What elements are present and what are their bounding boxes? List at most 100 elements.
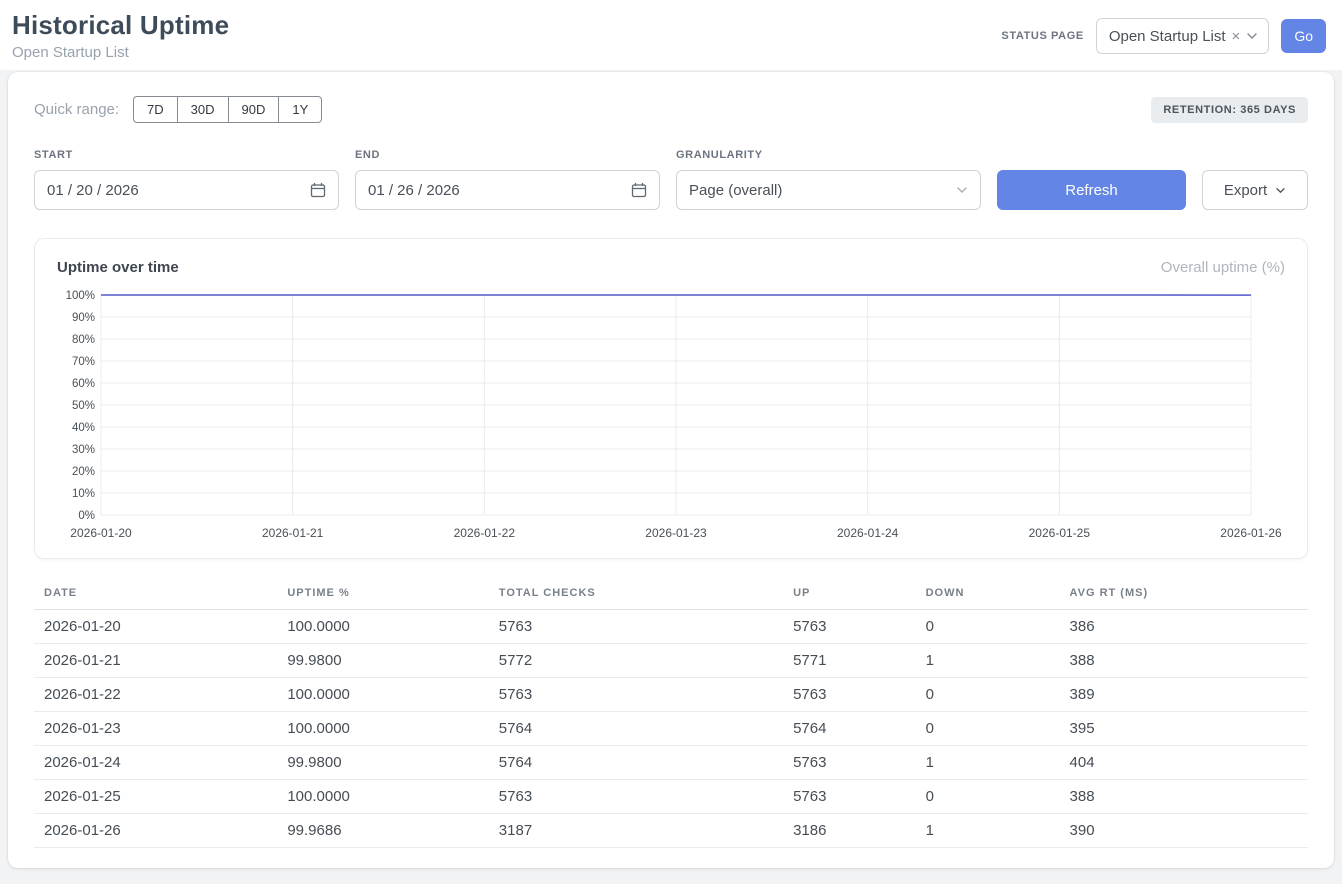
y-tick-label: 70% xyxy=(72,356,95,368)
table-cell: 5763 xyxy=(783,610,915,644)
y-tick-label: 60% xyxy=(72,378,95,390)
quick-range-7d-button[interactable]: 7D xyxy=(133,96,178,123)
column-header: AVG RT (MS) xyxy=(1060,581,1308,610)
page-subtitle: Open Startup List xyxy=(12,44,229,61)
table-cell: 389 xyxy=(1060,678,1308,712)
clear-selection-icon[interactable]: × xyxy=(1232,29,1241,44)
status-page-select[interactable]: Open Startup List × xyxy=(1096,18,1270,54)
table-row: 2026-01-23100.0000576457640395 xyxy=(34,712,1308,746)
chevron-down-icon xyxy=(1246,32,1258,40)
table-cell: 0 xyxy=(916,610,1060,644)
calendar-icon[interactable] xyxy=(631,182,647,198)
table-row: 2026-01-20100.0000576357630386 xyxy=(34,610,1308,644)
y-tick-label: 100% xyxy=(66,290,95,302)
export-button-label: Export xyxy=(1224,182,1267,199)
table-cell: 0 xyxy=(916,780,1060,814)
status-page-selected-value: Open Startup List xyxy=(1109,28,1226,45)
y-tick-label: 10% xyxy=(72,488,95,500)
table-cell: 2026-01-23 xyxy=(34,712,277,746)
table-cell: 5764 xyxy=(783,712,915,746)
table-cell: 2026-01-22 xyxy=(34,678,277,712)
status-page-label: STATUS PAGE xyxy=(1001,30,1083,42)
y-tick-label: 50% xyxy=(72,400,95,412)
granularity-select[interactable]: Page (overall) xyxy=(676,170,981,210)
quick-range-30d-button[interactable]: 30D xyxy=(177,96,229,123)
main-card: Quick range: 7D30D90D1Y RETENTION: 365 D… xyxy=(8,72,1334,868)
table-cell: 2026-01-21 xyxy=(34,644,277,678)
table-cell: 1 xyxy=(916,814,1060,848)
table-cell: 3187 xyxy=(489,814,783,848)
chart-legend: Overall uptime (%) xyxy=(1161,259,1285,276)
table-cell: 388 xyxy=(1060,780,1308,814)
y-tick-label: 40% xyxy=(72,422,95,434)
refresh-button[interactable]: Refresh xyxy=(997,170,1186,210)
table-cell: 5763 xyxy=(783,780,915,814)
y-tick-label: 30% xyxy=(72,444,95,456)
start-date-value: 01 / 20 / 2026 xyxy=(47,182,139,199)
end-date-field: END 01 / 26 / 2026 xyxy=(355,149,660,210)
table-cell: 2026-01-26 xyxy=(34,814,277,848)
y-tick-label: 80% xyxy=(72,334,95,346)
y-tick-label: 0% xyxy=(78,510,95,522)
chart-title: Uptime over time xyxy=(57,259,179,276)
column-header: UPTIME % xyxy=(277,581,488,610)
x-tick-label: 2026-01-22 xyxy=(454,526,516,540)
quick-range-90d-button[interactable]: 90D xyxy=(228,96,280,123)
table-cell: 404 xyxy=(1060,746,1308,780)
retention-badge: RETENTION: 365 DAYS xyxy=(1151,97,1308,123)
end-date-value: 01 / 26 / 2026 xyxy=(368,182,460,199)
table-row: 2026-01-22100.0000576357630389 xyxy=(34,678,1308,712)
uptime-table: DATEUPTIME %TOTAL CHECKSUPDOWNAVG RT (MS… xyxy=(34,581,1308,848)
granularity-field: GRANULARITY Page (overall) xyxy=(676,149,981,210)
table-cell: 5764 xyxy=(489,746,783,780)
export-button[interactable]: Export xyxy=(1202,170,1308,210)
table-cell: 5763 xyxy=(489,780,783,814)
column-header: DATE xyxy=(34,581,277,610)
table-row: 2026-01-2499.9800576457631404 xyxy=(34,746,1308,780)
x-tick-label: 2026-01-21 xyxy=(262,526,324,540)
column-header: DOWN xyxy=(916,581,1060,610)
table-cell: 5763 xyxy=(489,610,783,644)
granularity-label: GRANULARITY xyxy=(676,149,981,161)
table-cell: 386 xyxy=(1060,610,1308,644)
table-cell: 0 xyxy=(916,678,1060,712)
table-cell: 5772 xyxy=(489,644,783,678)
table-cell: 99.9686 xyxy=(277,814,488,848)
quick-range-1y-button[interactable]: 1Y xyxy=(278,96,322,123)
start-date-input[interactable]: 01 / 20 / 2026 xyxy=(34,170,339,210)
x-tick-label: 2026-01-26 xyxy=(1220,526,1282,540)
granularity-selected-value: Page (overall) xyxy=(689,182,782,199)
table-cell: 0 xyxy=(916,712,1060,746)
title-block: Historical Uptime Open Startup List xyxy=(12,10,229,61)
table-cell: 2026-01-25 xyxy=(34,780,277,814)
quick-range-label: Quick range: xyxy=(34,101,119,118)
chevron-down-icon xyxy=(956,186,968,194)
table-cell: 390 xyxy=(1060,814,1308,848)
quick-range-row: Quick range: 7D30D90D1Y RETENTION: 365 D… xyxy=(34,96,1308,123)
end-date-input[interactable]: 01 / 26 / 2026 xyxy=(355,170,660,210)
table-cell: 395 xyxy=(1060,712,1308,746)
topbar-controls: STATUS PAGE Open Startup List × Go xyxy=(1001,18,1326,54)
x-tick-label: 2026-01-24 xyxy=(837,526,899,540)
filter-form-row: START 01 / 20 / 2026 END 01 / 26 / 2026 … xyxy=(34,149,1308,210)
y-tick-label: 20% xyxy=(72,466,95,478)
chevron-down-icon xyxy=(1275,187,1286,194)
table-cell: 99.9800 xyxy=(277,644,488,678)
top-bar: Historical Uptime Open Startup List STAT… xyxy=(0,0,1342,70)
go-button[interactable]: Go xyxy=(1281,19,1326,53)
start-date-field: START 01 / 20 / 2026 xyxy=(34,149,339,210)
table-row: 2026-01-2199.9800577257711388 xyxy=(34,644,1308,678)
table-cell: 5763 xyxy=(489,678,783,712)
page-title: Historical Uptime xyxy=(12,10,229,41)
table-cell: 2026-01-24 xyxy=(34,746,277,780)
table-cell: 388 xyxy=(1060,644,1308,678)
end-date-label: END xyxy=(355,149,660,161)
uptime-chart-card: Uptime over time Overall uptime (%) 0% 10… xyxy=(34,238,1308,559)
table-row: 2026-01-2699.9686318731861390 xyxy=(34,814,1308,848)
calendar-icon[interactable] xyxy=(310,182,326,198)
table-cell: 5763 xyxy=(783,746,915,780)
table-cell: 99.9800 xyxy=(277,746,488,780)
table-row: 2026-01-25100.0000576357630388 xyxy=(34,780,1308,814)
table-cell: 5764 xyxy=(489,712,783,746)
table-cell: 100.0000 xyxy=(277,780,488,814)
